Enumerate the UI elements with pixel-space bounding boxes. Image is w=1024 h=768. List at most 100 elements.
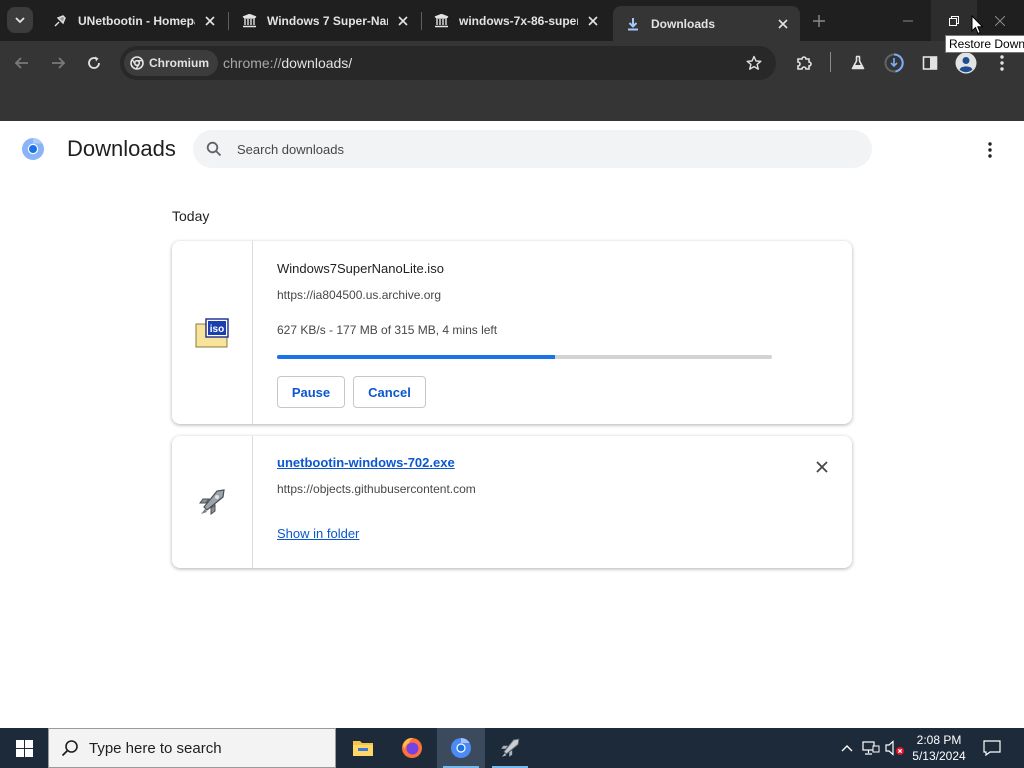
downloads-header: Downloads: [0, 121, 1024, 177]
side-panel-button[interactable]: [916, 49, 944, 77]
url-text[interactable]: chrome://downloads/: [223, 55, 352, 71]
windows-taskbar: Type here to search 2:08 PM 5/13/2024: [0, 728, 1024, 768]
bookmarks-bar: [0, 85, 1024, 121]
show-hidden-icons-button[interactable]: [836, 728, 858, 768]
bookmark-star-button[interactable]: [740, 49, 768, 77]
address-bar[interactable]: Chromium chrome://downloads/: [120, 46, 776, 80]
download-status: 627 KB/s - 177 MB of 315 MB, 4 mins left: [277, 323, 498, 337]
close-icon[interactable]: [201, 12, 219, 30]
download-filename-link[interactable]: unetbootin-windows-702.exe: [277, 455, 455, 470]
close-icon: [995, 15, 1005, 26]
volume-button[interactable]: [884, 728, 906, 768]
profile-button[interactable]: [952, 49, 980, 77]
new-tab-button[interactable]: [809, 11, 829, 31]
taskbar-file-explorer[interactable]: [339, 728, 387, 768]
downloads-menu-button[interactable]: [980, 138, 1000, 162]
labs-button[interactable]: [844, 49, 872, 77]
firefox-icon: [402, 737, 422, 758]
clock-time: 2:08 PM: [916, 733, 962, 747]
minimize-button[interactable]: [885, 0, 931, 41]
windows-logo-icon: [15, 739, 33, 757]
iso-file-icon: iso: [195, 317, 229, 347]
tab-title: Downloads: [651, 16, 716, 31]
tab-title: windows-7x-86-super: [459, 13, 578, 28]
chromium-icon: [451, 737, 471, 758]
arrow-left-icon: [14, 57, 28, 69]
action-center-button[interactable]: [979, 728, 1005, 768]
pause-button[interactable]: Pause: [277, 376, 345, 408]
browser-menu-button[interactable]: [988, 49, 1016, 77]
date-section-label: Today: [172, 208, 210, 224]
network-icon: [862, 741, 880, 755]
folder-icon: [353, 741, 373, 756]
tab-downloads[interactable]: Downloads: [613, 6, 800, 41]
tab-windows-7x-86[interactable]: windows-7x-86-super: [421, 0, 610, 41]
mouse-pointer-icon: [971, 14, 984, 40]
chromium-logo-icon: [21, 137, 45, 166]
forward-button[interactable]: [44, 49, 72, 77]
tab-unetbootin[interactable]: UNetbootin - Homepa: [40, 0, 227, 41]
download-item: iso Windows7SuperNanoLite.iso https://ia…: [172, 241, 852, 424]
page-title: Downloads: [67, 136, 176, 161]
star-icon: [746, 55, 762, 70]
tab-strip: UNetbootin - Homepa Windows 7 Super-Nan …: [0, 0, 1024, 41]
plus-icon: [813, 15, 825, 27]
download-filename: Windows7SuperNanoLite.iso: [277, 261, 444, 276]
chevron-down-icon: [15, 17, 25, 24]
taskbar-search-box[interactable]: Type here to search: [48, 728, 336, 768]
url-path: /: [348, 55, 353, 71]
chromium-icon: [130, 56, 144, 70]
close-icon[interactable]: [774, 15, 792, 33]
download-source-url: https://objects.githubusercontent.com: [277, 482, 476, 496]
minimize-icon: [903, 20, 913, 21]
archive-icon: [241, 13, 257, 29]
unetbootin-icon: [199, 489, 225, 515]
cancel-button[interactable]: Cancel: [353, 376, 426, 408]
download-source-url: https://ia804500.us.archive.org: [277, 288, 442, 302]
search-icon: [206, 141, 222, 162]
reload-icon: [88, 56, 100, 69]
taskbar-search-placeholder: Type here to search: [89, 740, 222, 757]
avatar-icon: [955, 52, 977, 74]
reload-button[interactable]: [80, 49, 108, 77]
start-button[interactable]: [0, 728, 48, 768]
tab-search-button[interactable]: [7, 7, 33, 33]
network-status-button[interactable]: [860, 728, 882, 768]
file-icon-column: [172, 436, 253, 568]
arrow-right-icon: [52, 57, 66, 69]
tab-title: UNetbootin - Homepa: [78, 13, 195, 28]
flask-icon: [851, 55, 865, 70]
rocket-icon: [52, 13, 68, 29]
download-bubble-button[interactable]: [880, 49, 908, 77]
extensions-button[interactable]: [790, 49, 818, 77]
svg-text:iso: iso: [210, 324, 224, 335]
site-info-chip[interactable]: Chromium: [124, 50, 218, 76]
download-progress-bar: [277, 355, 772, 359]
url-scheme: chrome://: [223, 55, 282, 71]
taskbar-firefox[interactable]: [388, 728, 436, 768]
taskbar-clock[interactable]: 2:08 PM 5/13/2024: [906, 732, 972, 764]
show-in-folder-link[interactable]: Show in folder: [277, 526, 359, 541]
clock-date: 5/13/2024: [912, 749, 966, 763]
toolbar-divider: [830, 52, 831, 72]
remove-download-button[interactable]: [812, 457, 832, 477]
tab-windows7-archive[interactable]: Windows 7 Super-Nan: [229, 0, 420, 41]
back-button[interactable]: [8, 49, 36, 77]
chevron-up-icon: [841, 745, 853, 752]
download-progress-icon: [884, 53, 904, 73]
taskbar-unetbootin[interactable]: [486, 728, 534, 768]
kebab-menu-icon: [988, 142, 992, 158]
taskbar-chromium[interactable]: [437, 728, 485, 768]
download-icon: [625, 16, 641, 32]
search-input[interactable]: [237, 139, 837, 159]
volume-muted-icon: [885, 740, 904, 756]
puzzle-icon: [797, 56, 812, 70]
browser-toolbar: Chromium chrome://downloads/: [0, 41, 1024, 85]
search-icon: [61, 739, 79, 762]
url-host: downloads: [281, 55, 349, 71]
chip-label: Chromium: [149, 56, 209, 70]
search-downloads-box[interactable]: [193, 130, 872, 168]
close-icon[interactable]: [584, 12, 602, 30]
close-icon[interactable]: [394, 12, 412, 30]
unetbootin-icon: [501, 738, 520, 757]
